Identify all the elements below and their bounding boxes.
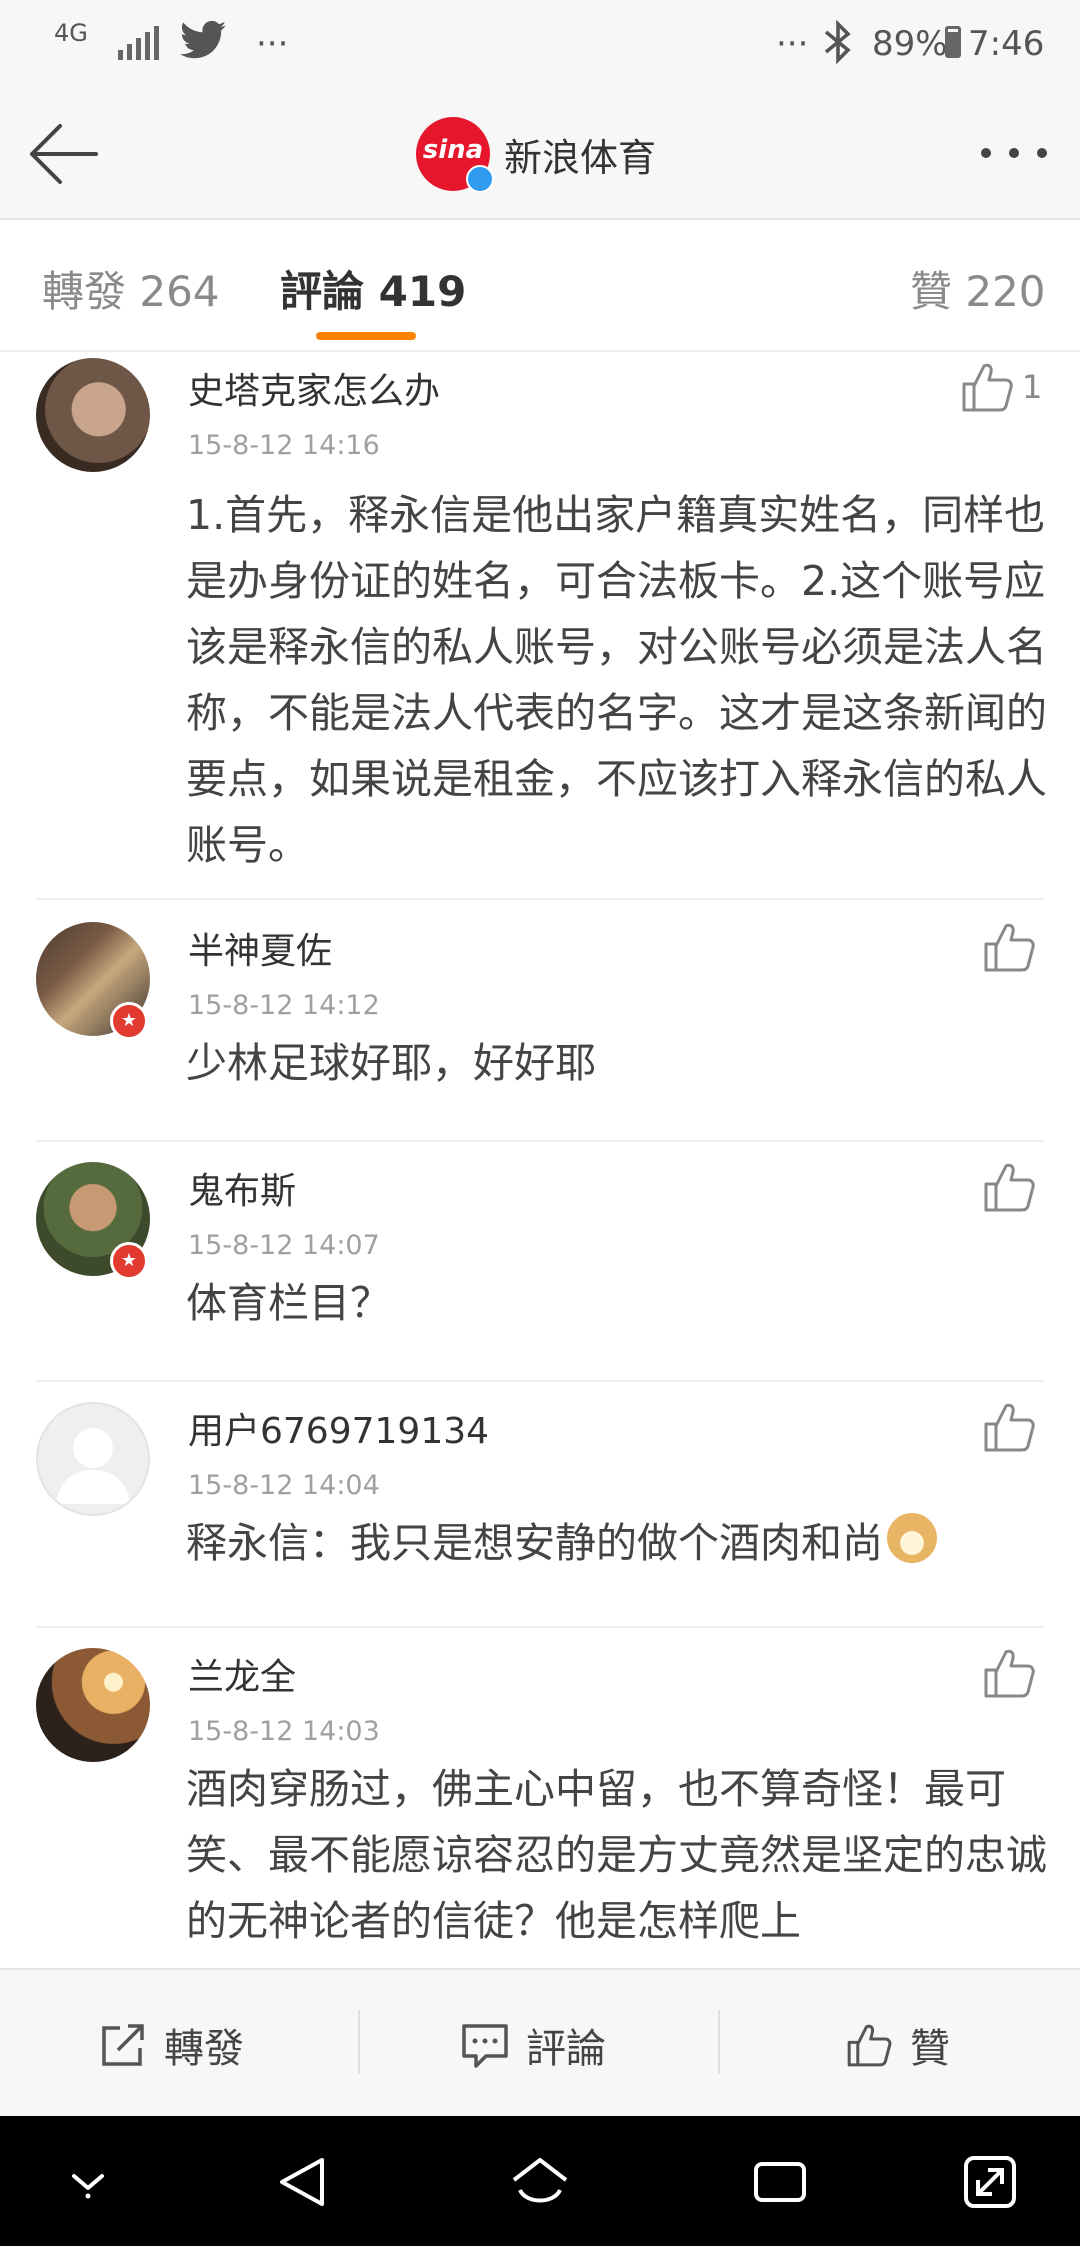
back-triangle-icon[interactable]	[270, 2150, 334, 2214]
battery-percent: 89%	[872, 24, 948, 64]
comment-time: 15-8-12 14:12	[188, 990, 380, 1021]
signal-icon	[118, 26, 159, 60]
more-options-icon[interactable]	[970, 128, 1058, 178]
comment-time: 15-8-12 14:07	[188, 1230, 380, 1261]
overflow-status-indicator: ···	[776, 24, 809, 64]
avatar[interactable]	[36, 1648, 150, 1762]
sina-sports-logo: sina	[416, 117, 494, 193]
like-count: 1	[1022, 368, 1043, 406]
comment-author[interactable]: 兰龙全	[188, 1648, 296, 1700]
comment-author[interactable]: 史塔克家怎么办	[188, 362, 440, 414]
thumbs-up-icon	[847, 2024, 892, 2067]
avatar[interactable]	[36, 1402, 150, 1516]
comment-bubble-icon	[462, 2024, 508, 2068]
thumbs-up-icon[interactable]	[980, 1160, 1038, 1214]
comment-label: 評論	[526, 2026, 606, 2072]
comment-author[interactable]: 半神夏佐	[188, 922, 332, 974]
active-tab-indicator	[316, 332, 416, 340]
default-avatar-icon	[56, 1428, 130, 1504]
overflow-notifications-indicator: ···	[256, 24, 289, 64]
comment-text: 释永信：我只是想安静的做个酒肉和尚	[186, 1510, 1054, 1576]
battery-icon	[945, 26, 961, 58]
comment-time: 15-8-12 14:16	[188, 430, 380, 461]
tab-likes[interactable]: 贊 220	[910, 258, 1046, 319]
comment-text: 少林足球好耶，好好耶	[186, 1039, 596, 1087]
back-arrow-icon[interactable]	[24, 118, 104, 190]
verified-member-badge-icon	[110, 1242, 148, 1280]
repost-label: 轉發	[164, 2026, 244, 2072]
comment-text: 1.首先，释永信是他出家户籍真实姓名，同样也是办身份证的姓名，可合法板卡。2.这…	[186, 491, 1047, 869]
like-label: 贊	[910, 2026, 950, 2072]
repost-button[interactable]: 轉發	[98, 2010, 244, 2080]
comment-time: 15-8-12 14:03	[188, 1716, 380, 1747]
comment-item: 用户6769719134 15-8-12 14:04 释永信：我只是想安静的做个…	[0, 1380, 1080, 1626]
like-button[interactable]: 贊	[844, 2010, 950, 2080]
tab-bar: 轉發 264 評論 419 贊 220	[0, 220, 1080, 352]
comment-item: 兰龙全 15-8-12 14:03 酒肉穿肠过，佛主心中留，也不算奇怪！最可笑、…	[0, 1626, 1080, 1968]
comment-list[interactable]: 史塔克家怎么办 1 15-8-12 14:16 1.首先，释永信是他出家户籍真实…	[0, 352, 1080, 1968]
system-navigation-bar	[0, 2116, 1080, 2246]
separator	[358, 2010, 360, 2074]
app-header: sina 新浪体育	[0, 90, 1080, 220]
twitter-icon	[180, 20, 226, 59]
action-bar: 轉發 評論 贊	[0, 1968, 1080, 2118]
comment-item: 史塔克家怎么办 1 15-8-12 14:16 1.首先，释永信是他出家户籍真实…	[0, 352, 1080, 900]
recent-apps-icon[interactable]	[748, 2150, 812, 2214]
clock: 7:46	[968, 24, 1045, 64]
comment-time: 15-8-12 14:04	[188, 1470, 380, 1501]
account-title[interactable]: sina 新浪体育	[416, 112, 656, 196]
status-bar: 4G ··· ··· 89% 7:46	[0, 0, 1080, 90]
network-indicator: 4G	[54, 19, 88, 47]
verified-badge-icon	[466, 165, 494, 193]
chevron-down-icon[interactable]	[56, 2150, 120, 2214]
home-icon[interactable]	[508, 2150, 572, 2214]
comment-item: 鬼布斯 15-8-12 14:07 体育栏目？	[0, 1140, 1080, 1380]
verified-member-badge-icon	[110, 1002, 148, 1040]
account-name: 新浪体育	[504, 135, 657, 180]
comment-button[interactable]: 評論	[460, 2010, 606, 2080]
comment-author[interactable]: 鬼布斯	[188, 1162, 296, 1214]
comment-text: 体育栏目？	[186, 1279, 391, 1327]
avatar[interactable]	[36, 358, 150, 472]
comment-item: 半神夏佐 15-8-12 14:12 少林足球好耶，好好耶	[0, 900, 1080, 1140]
share-icon	[102, 2024, 144, 2066]
thumbs-up-icon[interactable]	[980, 920, 1038, 974]
doge-emoji-icon	[887, 1513, 937, 1563]
thumbs-up-icon[interactable]	[980, 1400, 1038, 1454]
comment-author[interactable]: 用户6769719134	[188, 1402, 489, 1454]
comment-text: 酒肉穿肠过，佛主心中留，也不算奇怪！最可笑、最不能愿谅容忍的是方丈竟然是坚定的忠…	[186, 1765, 1047, 1945]
tab-reposts[interactable]: 轉發 264	[42, 258, 220, 319]
expand-arrows-icon[interactable]	[958, 2150, 1022, 2214]
tab-comments[interactable]: 評論 419	[280, 258, 466, 319]
separator	[718, 2010, 720, 2074]
thumbs-up-icon[interactable]	[980, 1646, 1038, 1700]
thumbs-up-icon[interactable]	[958, 360, 1016, 414]
bluetooth-icon	[824, 20, 851, 64]
